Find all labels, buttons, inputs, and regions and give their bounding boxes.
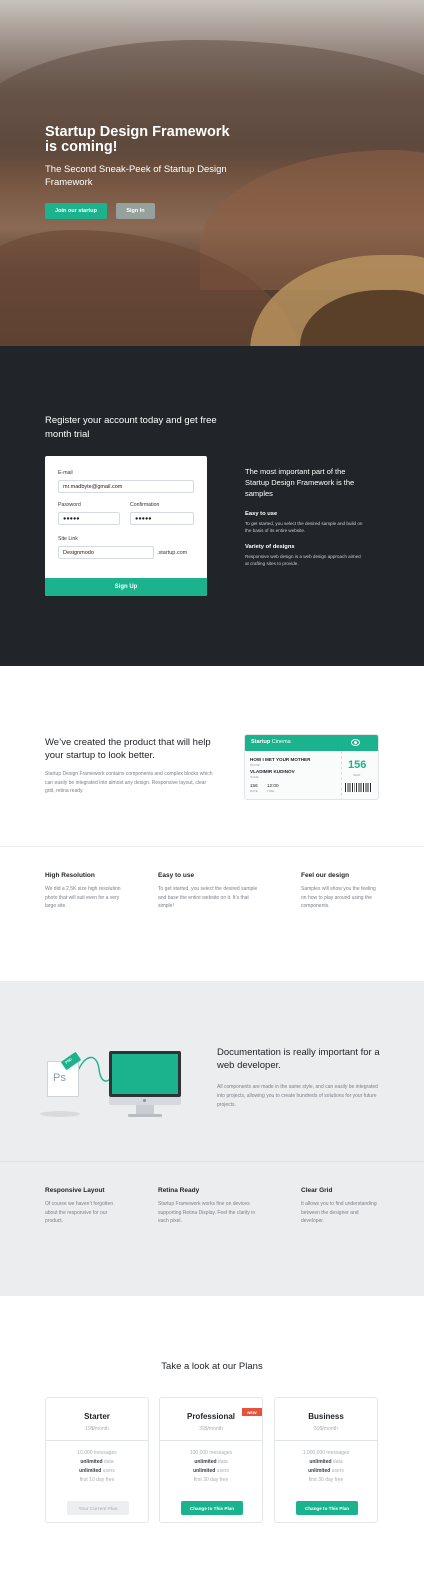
plan-price: 39$/month: [199, 1426, 223, 1432]
email-label: E-mail: [58, 470, 73, 476]
plan-trial: first 10 day free: [79, 1477, 115, 1483]
plan-card-business: Business 59$/month 1,000,000 messages un…: [274, 1397, 378, 1523]
feature-text: Samples will show you the feeling on how…: [301, 886, 376, 909]
barcode-icon: [345, 783, 372, 792]
sign-in-button[interactable]: Sign In: [116, 203, 155, 219]
documentation-section: Ps PSD Documentation is really important…: [0, 981, 424, 1161]
ticket-brand-suffix: Cinema: [270, 739, 291, 745]
ticket-brand: Startup: [251, 739, 271, 745]
sign-up-button[interactable]: Sign Up: [45, 578, 207, 596]
ticket-date: 156: [250, 783, 258, 788]
plan-name: Professional: [186, 1412, 235, 1421]
plan-users: unlimited: [193, 1468, 216, 1474]
plan-name: Starter: [84, 1412, 110, 1421]
docs-text: All components are made in the same styl…: [217, 1084, 378, 1108]
feature-title: Retina Ready: [158, 1187, 200, 1194]
side-feature-title: Variety of designs: [245, 544, 295, 550]
feature-text: Startup Framework works fine on devices …: [158, 1201, 256, 1224]
feature-item: Retina Ready Startup Framework works fin…: [158, 1187, 268, 1226]
plan-users: unlimited: [308, 1468, 331, 1474]
cinema-ticket: Startup Cinema HOW I MET YOUR MOTHER MOV…: [244, 734, 379, 800]
hero-title: Startup Design Framework is coming!: [45, 124, 230, 155]
change-plan-button[interactable]: Change to This Plan: [181, 1501, 243, 1515]
side-feature-text: Responsive web design is a web design ap…: [245, 554, 361, 566]
ticket-date-caption: DATE: [250, 789, 258, 793]
plan-card-starter: Starter 19$/month 10,000 messages unlimi…: [45, 1397, 149, 1523]
ps-label: Ps: [53, 1072, 66, 1084]
plan-data: unlimited: [80, 1459, 103, 1465]
feature-text: To get started, you select the desired s…: [158, 886, 258, 909]
product-text: Startup Design Framework contains compon…: [45, 771, 213, 794]
ticket-seat-caption: SEAT: [353, 773, 361, 777]
side-feature-title: Easy to use: [245, 511, 278, 517]
current-plan-button[interactable]: Your Current Plan: [67, 1501, 129, 1515]
plan-messages: 10,000 messages: [77, 1450, 117, 1456]
confirmation-field[interactable]: ●●●●●: [130, 512, 194, 525]
monitor-icon: [109, 1051, 181, 1097]
plan-users: unlimited: [79, 1468, 102, 1474]
plan-messages: 100,000 messages: [189, 1450, 233, 1456]
feature-title: Responsive Layout: [45, 1187, 105, 1194]
password-label: Password: [58, 502, 81, 508]
plan-data: unlimited: [309, 1459, 332, 1465]
ticket-time-caption: TIME: [267, 789, 275, 793]
feature-title: Clear Grid: [301, 1187, 333, 1194]
feature-text: It allows you to find understanding betw…: [301, 1201, 377, 1224]
feature-item: Responsive Layout Of course we haven’t f…: [45, 1187, 155, 1226]
feature-item: Feel our design Samples will show you th…: [301, 872, 411, 911]
plan-trial: first 30 day free: [193, 1477, 229, 1483]
join-startup-button[interactable]: Join our startup: [45, 203, 107, 219]
plan-trial: first 30 day free: [308, 1477, 344, 1483]
plan-data: unlimited: [194, 1459, 217, 1465]
site-suffix: .startup.com: [157, 550, 188, 556]
ticket-seat: 156: [348, 759, 367, 771]
register-form: E-mail mr.madbyte@gmail.com Password ●●●…: [45, 456, 207, 596]
ticket-name: VLADIMIR KUDINOV: [250, 769, 295, 774]
feature-text: Of course we haven’t forgotten about the…: [45, 1201, 114, 1224]
side-feature-text: To get started, you select the desired s…: [245, 521, 363, 533]
hero-subtitle: The Second Sneak-Peek of Startup Design …: [45, 164, 227, 188]
site-link-label: Site Link: [58, 536, 78, 542]
password-field[interactable]: ●●●●●: [58, 512, 120, 525]
feature-title: Feel our design: [301, 872, 350, 879]
product-section: We’ve created the product that will help…: [0, 666, 424, 846]
ticket-movie: HOW I MET YOUR MOTHER: [250, 757, 311, 762]
feature-item: Easy to use To get started, you select t…: [158, 872, 268, 911]
psd-file-icon: Ps PSD: [47, 1051, 82, 1097]
ticket-name-caption: NAME: [250, 775, 259, 779]
plans-heading: Take a look at our Plans: [161, 1361, 263, 1372]
docs-heading: Documentation is really important for a …: [217, 1047, 380, 1071]
feature-title: High Resolution: [45, 872, 95, 879]
plan-name: Business: [308, 1412, 344, 1421]
register-section: Register your account today and get free…: [0, 346, 424, 666]
eye-icon: [351, 739, 360, 746]
hero-section: Startup Design Framework is coming! The …: [0, 0, 424, 346]
site-link-field[interactable]: Designmodo: [58, 546, 154, 559]
feature-title: Easy to use: [158, 872, 195, 879]
features-section: High Resolution We did a 2,5K size high …: [0, 846, 424, 981]
plan-price: 19$/month: [85, 1426, 109, 1432]
email-field[interactable]: mr.madbyte@gmail.com: [58, 480, 194, 493]
ticket-time: 12:00: [267, 783, 279, 788]
confirmation-label: Confirmation: [130, 502, 160, 508]
plans-section: Take a look at our Plans Starter 19$/mon…: [0, 1296, 424, 1596]
side-lead: The most important part of the Startup D…: [245, 467, 355, 498]
ticket-movie-caption: MOVIE: [250, 763, 260, 767]
plan-price: 59$/month: [314, 1426, 338, 1432]
feature-item: High Resolution We did a 2,5K size high …: [45, 872, 155, 911]
plan-card-professional: NEW Professional 39$/month 100,000 messa…: [159, 1397, 263, 1523]
features-section-2: Responsive Layout Of course we haven’t f…: [0, 1161, 424, 1296]
change-plan-button[interactable]: Change to This Plan: [296, 1501, 358, 1515]
product-heading: We’ve created the product that will help…: [45, 737, 211, 761]
feature-text: We did a 2,5K size high resolution photo…: [45, 886, 121, 909]
plan-messages: 1,000,000 messages: [302, 1450, 350, 1456]
register-side-info: The most important part of the Startup D…: [245, 466, 365, 567]
feature-item: Clear Grid It allows you to find underst…: [301, 1187, 411, 1226]
register-heading: Register your account today and get free…: [45, 415, 217, 440]
